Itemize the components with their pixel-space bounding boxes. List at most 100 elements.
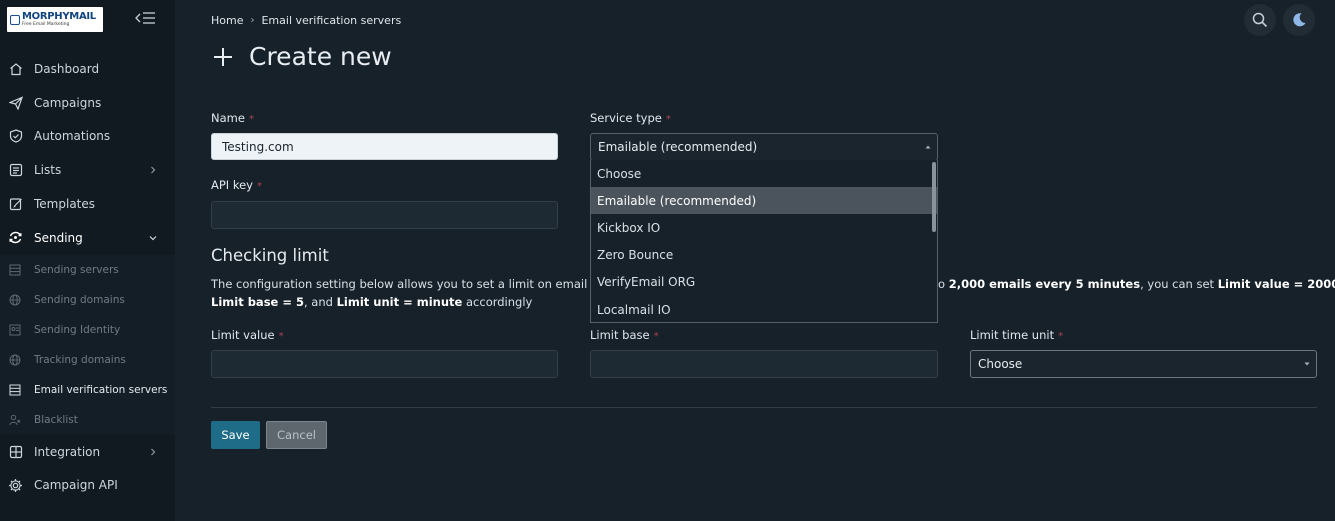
chevron-right-icon [151,166,156,174]
brand-logo[interactable]: MORPHYMAIL Free Email Marketing [7,7,103,32]
required-marker: * [256,181,262,192]
sidebar-item-sending-servers[interactable]: Sending servers [0,255,175,285]
description-text: o [938,277,949,291]
form-divider [211,407,1317,408]
sidebar: MORPHYMAIL Free Email Marketing Dashboar… [0,0,175,521]
id-card-icon [8,323,21,336]
limit-time-unit-label-text: Limit time unit [970,328,1055,342]
sidebar-item-automations[interactable]: Automations [0,120,175,154]
service-type-option[interactable]: Localmail IO [591,296,937,322]
sidebar-item-email-verification-servers[interactable]: Email verification servers [0,375,175,405]
name-label-text: Name [211,111,245,125]
sync-icon [8,230,23,245]
globe-icon [8,293,21,306]
api-key-input[interactable] [211,201,558,229]
edit-icon [8,197,23,212]
sidebar-item-label: Integration [34,444,101,459]
caret-up-icon [925,145,931,149]
gear-icon [8,478,23,493]
caret-down-icon [1304,362,1310,366]
service-type-option[interactable]: Choose [591,160,937,187]
shield-check-icon [8,129,23,144]
send-icon [8,95,23,110]
service-type-selected: Emailable (recommended) [598,140,758,154]
sidebar-item-campaign-api[interactable]: Campaign API [0,469,175,503]
required-marker: * [1058,331,1064,342]
logo-title: MORPHYMAIL [22,10,96,22]
sidebar-item-dashboard[interactable]: Dashboard [0,52,175,86]
sidebar-item-label: Templates [34,197,96,212]
sidebar-item-label: Dashboard [34,61,100,76]
service-type-label: Service type * [590,111,671,125]
sidebar-item-campaigns[interactable]: Campaigns [0,86,175,120]
cancel-button[interactable]: Cancel [266,421,327,449]
description-text: accordingly [462,295,533,309]
sidebar-item-label: Sending servers [34,263,119,276]
service-type-select[interactable]: Emailable (recommended) [590,133,938,161]
breadcrumb: Home › Email verification servers [211,14,401,27]
description-emphasis: Limit value = 2000, [1217,277,1335,291]
name-input[interactable]: Testing.com [211,133,558,160]
description-emphasis: Limit base = 5 [211,295,304,309]
description-emphasis: Limit unit = minute [336,295,463,309]
sidebar-item-label: Tracking domains [34,353,126,366]
sidebar-item-sending-domains[interactable]: Sending domains [0,285,175,315]
sidebar-item-blacklist[interactable]: Blacklist [0,405,175,435]
checking-limit-title: Checking limit [211,246,329,265]
description-text: , and [303,295,337,309]
dropdown-scrollbar[interactable] [932,162,936,232]
service-type-dropdown: Choose Emailable (recommended) Kickbox I… [590,160,938,323]
plus-icon [214,47,232,66]
limit-base-input[interactable] [590,350,938,378]
sidebar-item-label: Email verification servers [34,383,168,396]
required-marker: * [278,331,284,342]
service-type-option[interactable]: Kickbox IO [591,214,937,241]
service-type-option[interactable]: Zero Bounce [591,242,937,269]
required-marker: * [248,114,254,125]
save-button[interactable]: Save [211,421,260,449]
logo-subtitle: Free Email Marketing [22,21,70,27]
breadcrumb-current: Email verification servers [261,14,402,27]
server-icon [8,263,21,276]
service-type-option[interactable]: Emailable (recommended) [591,187,937,215]
sidebar-item-label: Sending domains [34,293,125,306]
name-label: Name * [211,111,254,125]
sidebar-item-lists[interactable]: Lists [0,153,175,187]
service-type-label-text: Service type [590,111,662,125]
sidebar-item-label: Automations [34,129,111,144]
sidebar-item-integration[interactable]: Integration [0,435,175,469]
page-title-text: Create new [249,42,392,71]
service-type-option[interactable]: VerifyEmail ORG [591,269,937,296]
description-emphasis: 2,000 emails every 5 minutes [948,277,1141,291]
limit-value-input[interactable] [211,350,558,378]
api-key-label: API key * [211,178,262,192]
checking-limit-description-line2: Limit base = 5, and Limit unit = minute … [211,293,532,311]
sidebar-item-label: Sending [34,230,83,245]
limit-time-unit-select[interactable]: Choose [970,350,1317,378]
globe-icon [8,353,21,366]
sidebar-item-sending-identity[interactable]: Sending Identity [0,315,175,345]
home-icon [8,61,23,76]
limit-base-label: Limit base * [590,328,659,342]
page-title: Create new [212,42,392,71]
collapse-sidebar-button[interactable] [134,10,156,26]
name-input-value: Testing.com [222,139,294,154]
checking-limit-description-right: o 2,000 emails every 5 minutes, you can … [938,275,1335,293]
limit-time-unit-label: Limit time unit * [970,328,1063,342]
required-marker: * [665,114,671,125]
sidebar-item-sending[interactable]: Sending [0,221,175,255]
theme-toggle-button[interactable] [1283,4,1315,36]
sidebar-item-tracking-domains[interactable]: Tracking domains [0,345,175,375]
puzzle-icon [8,444,23,459]
sidebar-nav: Dashboard Campaigns Automations Lists Te… [0,52,175,502]
sidebar-item-templates[interactable]: Templates [0,187,175,221]
required-marker: * [653,331,659,342]
chevron-down-icon [149,235,157,241]
breadcrumb-home[interactable]: Home [211,14,243,27]
limit-value-label: Limit value * [211,328,284,342]
sidebar-item-label: Campaign API [34,478,118,493]
search-button[interactable] [1244,4,1276,36]
limit-value-label-text: Limit value [211,328,275,342]
sending-submenu: Sending servers Sending domains Sending … [0,254,175,435]
moon-icon [1293,13,1306,27]
